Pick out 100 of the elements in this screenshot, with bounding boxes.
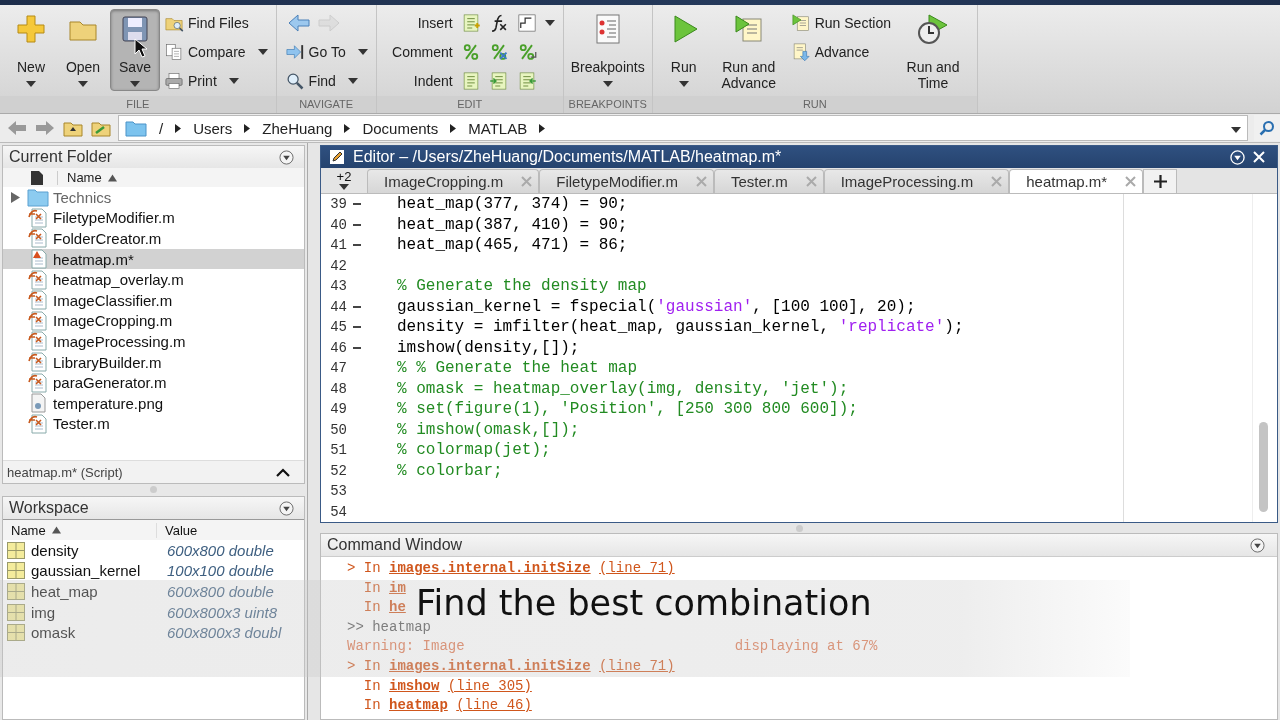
compare-documents-icon	[164, 41, 184, 62]
file-item[interactable]: Tester.m	[3, 413, 304, 435]
line-number: 51	[329, 442, 347, 459]
tab-overflow-button[interactable]: +2	[321, 169, 367, 193]
dropdown-caret[interactable]	[544, 19, 557, 26]
toolbar-button[interactable]: Print	[162, 69, 270, 92]
toolbar-label: Insert	[416, 14, 453, 31]
path-segment[interactable]: /	[159, 119, 164, 137]
toolbar-button[interactable]: Run and Advance	[710, 9, 787, 95]
toolbar-label: Comment	[391, 43, 453, 60]
toolbar-button[interactable]: Save	[110, 9, 160, 91]
chevron-right-icon[interactable]	[539, 123, 546, 133]
file-item[interactable]: ImageProcessing.m	[3, 331, 304, 352]
file-item[interactable]: FiletypeModifier.m	[3, 207, 304, 229]
browse-folder-icon[interactable]	[90, 119, 112, 137]
chevron-right-icon[interactable]	[175, 123, 182, 133]
path-segment[interactable]: MATLAB	[468, 119, 528, 137]
editor-tab[interactable]: Tester.m	[713, 169, 824, 193]
chevron-right-icon[interactable]	[450, 123, 457, 133]
toolbar-button[interactable]: Compare	[162, 40, 270, 63]
pencil-icon	[329, 149, 345, 165]
toolbar-button[interactable]: Open	[58, 9, 108, 91]
file-item[interactable]: FolderCreator.m	[3, 228, 304, 249]
path-segment[interactable]: ZheHuang	[262, 119, 333, 137]
file-item[interactable]: ImageClassifier.m	[3, 289, 304, 311]
editor-tab[interactable]: ImageProcessing.m	[823, 169, 1010, 193]
line-number: 47	[329, 360, 347, 377]
line-number: 39	[329, 196, 347, 213]
file-item[interactable]: paraGenerator.m	[3, 372, 304, 393]
code-line: heat_map(377, 374) = 90;	[396, 195, 628, 214]
code-line: gaussian_kernel = fspecial('gaussian', [100 100], 20);	[396, 297, 916, 316]
caret-icon	[347, 77, 358, 84]
toolbar-button[interactable]: Go To	[282, 40, 370, 63]
play-document-icon	[790, 12, 811, 33]
column-header[interactable]: Name	[67, 170, 102, 185]
editor-tab[interactable]: heatmap.m*	[1009, 169, 1144, 193]
back-arrow-icon[interactable]	[286, 13, 311, 32]
variable-value: 600x800 double	[166, 583, 274, 600]
column-header[interactable]: Value	[165, 522, 198, 538]
expand-arrow-icon[interactable]	[10, 191, 20, 203]
column-header[interactable]: Name	[11, 522, 46, 538]
toolbar-button[interactable]: Run Section	[788, 11, 893, 34]
panel-title: Current Folder	[9, 148, 113, 166]
file-type-icon	[31, 170, 43, 185]
breakpoint-marker[interactable]	[353, 305, 361, 308]
editor-tab[interactable]: ImageCropping.m	[367, 169, 540, 193]
chevron-right-icon[interactable]	[244, 123, 251, 133]
menu-icon[interactable]	[1250, 537, 1265, 553]
details-text: heatmap.m* (Script)	[7, 464, 123, 480]
editor-tab[interactable]: FiletypeModifier.m	[539, 169, 714, 193]
line-number: 42	[329, 257, 347, 274]
caret-icon	[78, 81, 88, 87]
code-line: % omask = heatmap_overlay(img, density, 'jet');	[396, 379, 849, 398]
file-item[interactable]: Technics	[3, 187, 304, 208]
chevron-up-icon[interactable]	[276, 467, 290, 477]
file-item[interactable]: heatmap_overlay.m	[3, 269, 304, 290]
new-tab-button[interactable]	[1143, 169, 1178, 193]
toolbar-button[interactable]: Find Files	[162, 11, 270, 34]
line-number: 45	[329, 319, 347, 336]
console-line: In heatmap (line 46)	[362, 696, 532, 716]
splitter-handle[interactable]	[795, 524, 803, 532]
menu-icon[interactable]	[279, 149, 294, 165]
breakpoint-marker[interactable]	[353, 223, 361, 226]
toolbar-button[interactable]: Run and Time	[895, 9, 971, 95]
toolbar-button[interactable]: New	[6, 9, 56, 91]
line-number: 53	[329, 483, 347, 500]
toolbar-button[interactable]: Find	[282, 69, 370, 92]
toolbar-label: Indent	[412, 72, 453, 89]
up-folder-icon[interactable]	[62, 119, 84, 137]
caret-icon	[130, 81, 140, 87]
address-field[interactable]: / Users ZheHuang Documents MATLAB	[118, 115, 1248, 141]
console-line: > In images.internal.initSize (line 71)	[347, 656, 675, 676]
path-segment[interactable]: Documents	[362, 119, 439, 137]
function-box-icon	[516, 12, 537, 33]
chevron-right-icon[interactable]	[344, 123, 351, 133]
toolbar-button[interactable]: Breakpoints	[569, 9, 646, 91]
scrollbar-thumb[interactable]	[1259, 422, 1268, 512]
breakpoint-marker[interactable]	[353, 203, 361, 206]
variable-grid-icon	[7, 603, 25, 621]
variable-name: heat_map	[31, 583, 98, 600]
caret-icon	[602, 81, 613, 87]
line-number: 44	[329, 298, 347, 315]
variable-grid-icon	[7, 541, 25, 559]
stopwatch-icon	[917, 13, 949, 45]
file-item[interactable]: ImageCropping.m	[3, 310, 304, 332]
menu-icon[interactable]	[279, 500, 294, 516]
search-button[interactable]	[1254, 115, 1280, 141]
breakpoint-marker[interactable]	[353, 346, 361, 349]
file-item[interactable]: LibraryBuilder.m	[3, 351, 304, 373]
variable-name: gaussian_kernel	[31, 562, 141, 580]
breakpoint-marker[interactable]	[353, 326, 361, 329]
file-item[interactable]: temperature.png	[3, 392, 304, 414]
breakpoint-marker[interactable]	[353, 244, 361, 247]
toolbar-button[interactable]: Run	[658, 9, 709, 91]
file-item[interactable]: heatmap.m*	[3, 248, 304, 270]
code-line: density = imfilter(heat_map, gaussian_kernel, 'replicate');	[396, 318, 964, 337]
path-segment[interactable]: Users	[193, 119, 233, 137]
function-file-icon	[27, 372, 49, 393]
toolbar-button[interactable]: Advance	[788, 40, 893, 63]
splitter-handle[interactable]	[150, 485, 157, 493]
